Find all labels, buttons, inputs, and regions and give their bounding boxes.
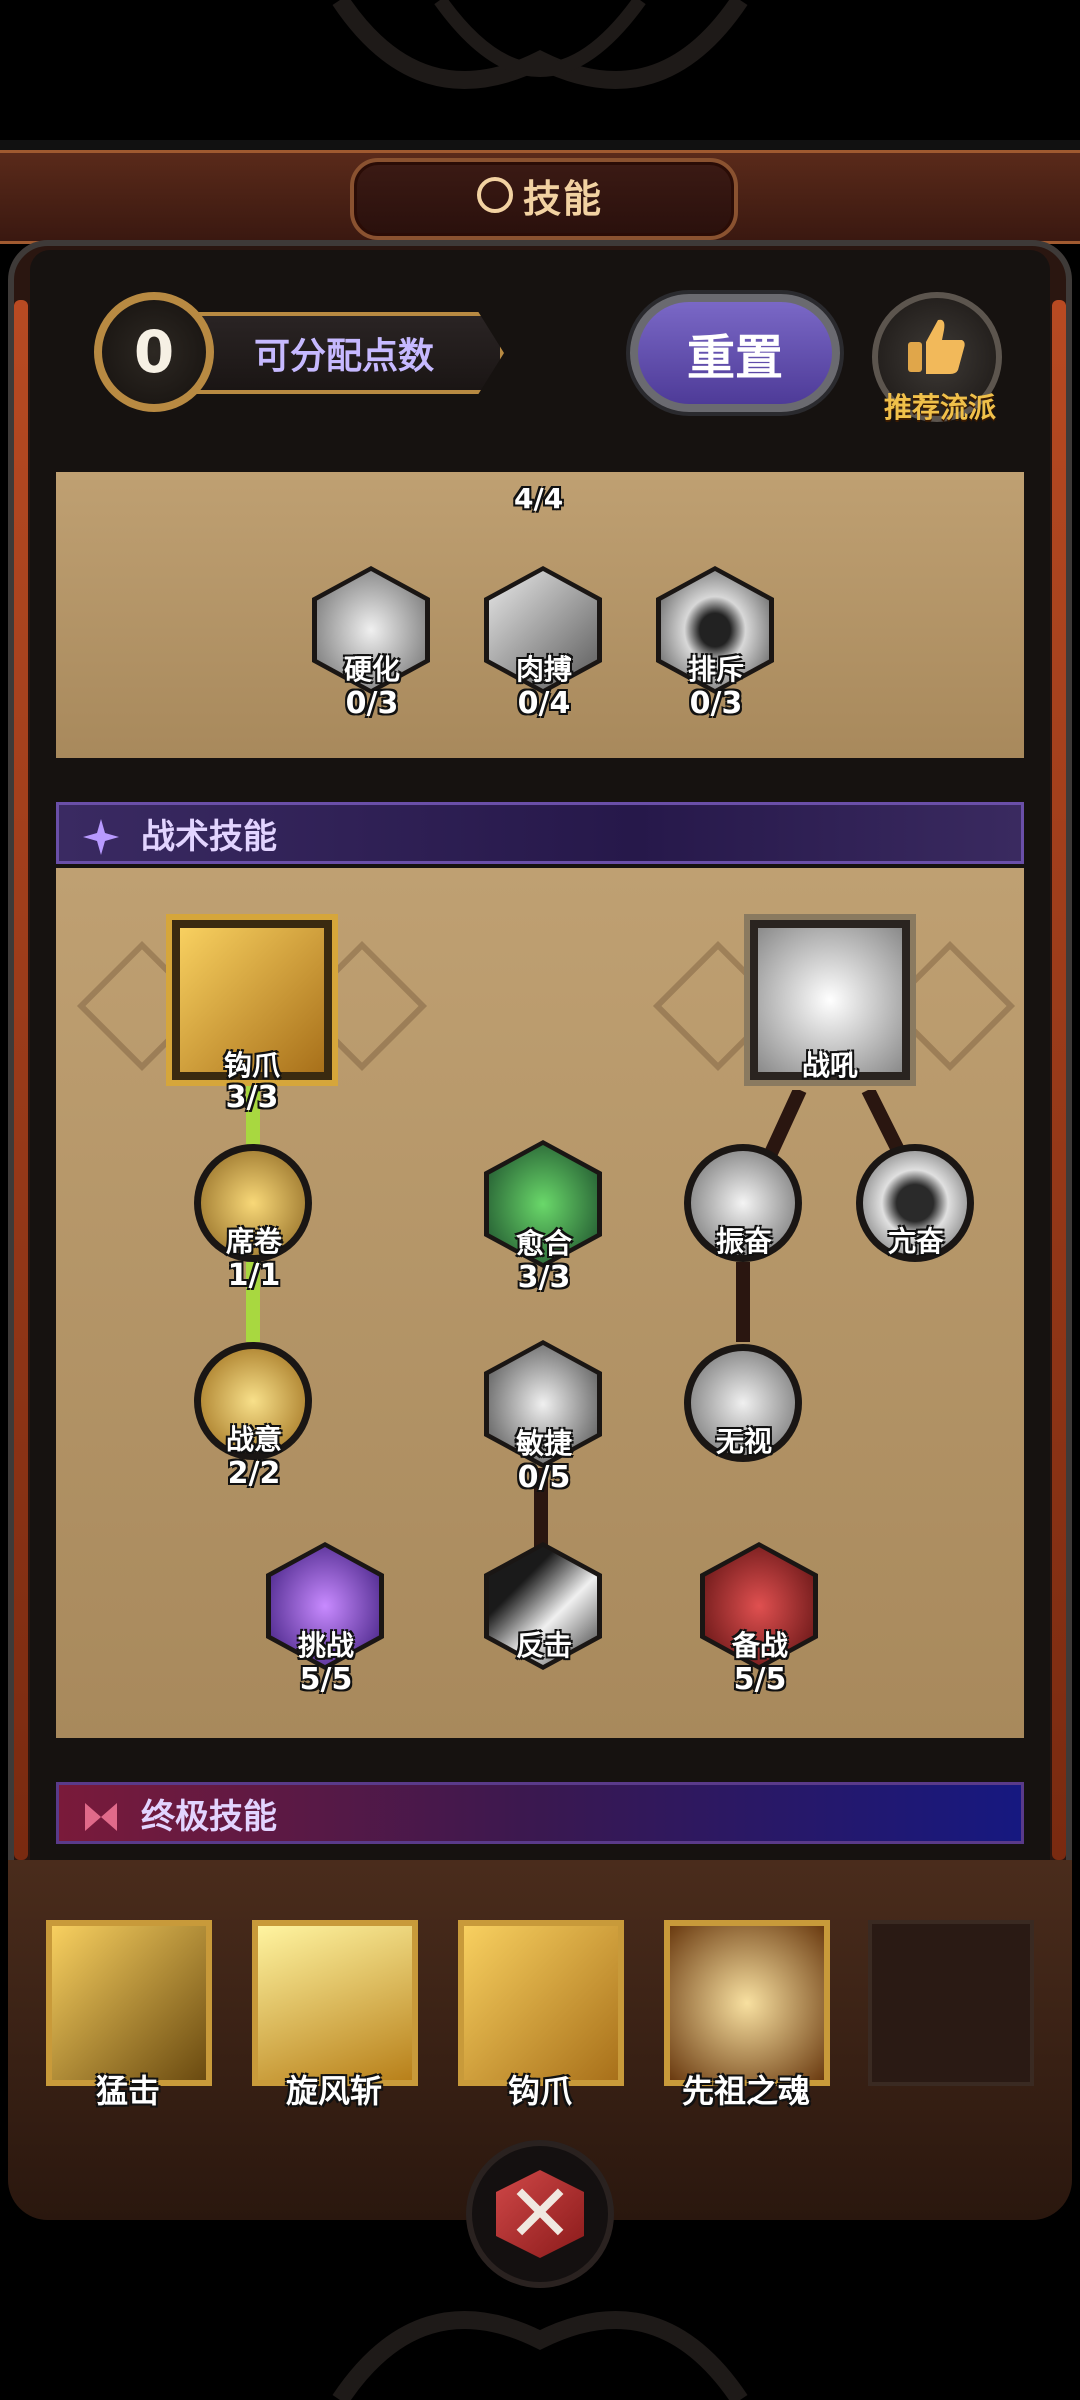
left-rail <box>14 300 28 1860</box>
top-ornament <box>0 0 1080 160</box>
skill-node-label: 振奋 <box>715 1225 772 1258</box>
skill-node-count: 1/1 <box>227 1258 281 1293</box>
skill-node-label: 硬化 <box>343 653 400 686</box>
crossed-blades-icon <box>85 1803 117 1831</box>
bottom-ornament <box>332 2311 748 2400</box>
skill-node-count: 5/5 <box>299 1662 353 1697</box>
skill-node-ignore[interactable]: 无视 <box>684 1344 802 1462</box>
skill-node-count: 2/2 <box>227 1456 281 1491</box>
partial-node-count: 4/4 <box>514 482 564 515</box>
wheel-icon <box>476 177 513 213</box>
skill-node-count: 3/3 <box>517 1260 571 1295</box>
equipped-slot-label: 猛击 <box>95 2072 160 2110</box>
equipped-slot-empty[interactable] <box>868 1920 1034 2086</box>
equipped-slot-3[interactable] <box>458 1920 624 2086</box>
skill-node-label: 席卷 <box>225 1225 282 1258</box>
skill-node-label: 敏捷 <box>515 1427 572 1460</box>
tactical-skills-title: 战术技能 <box>141 816 277 857</box>
points-label: 可分配点数 <box>184 312 504 394</box>
skill-node-hook-claw[interactable]: 钩爪 3/3 <box>166 914 338 1114</box>
reset-button[interactable]: 重置 <box>630 294 840 412</box>
skill-node-label: 备战 <box>731 1629 788 1662</box>
skill-node-brawl[interactable]: 肉搏 0/4 <box>484 566 602 720</box>
star-burst-icon <box>83 819 119 855</box>
skill-node-label: 反击 <box>515 1629 572 1662</box>
skill-node-label: 肉搏 <box>515 653 572 686</box>
equipped-slot-2[interactable] <box>252 1920 418 2086</box>
skill-node-label: 无视 <box>715 1425 772 1458</box>
recommend-build-label: 推荐流派 <box>883 391 996 424</box>
skill-node-count: 0/4 <box>517 686 571 721</box>
equipped-slot-1[interactable] <box>46 1920 212 2086</box>
equipped-slot-4[interactable] <box>664 1920 830 2086</box>
skill-node-label: 愈合 <box>515 1227 572 1260</box>
skill-node-label: 战意 <box>225 1423 282 1456</box>
skill-node-war-cry[interactable]: 战吼 <box>744 914 916 1086</box>
skill-node-inspire[interactable]: 振奋 <box>684 1144 802 1262</box>
skill-node-hardening[interactable]: 硬化 0/3 <box>312 566 430 720</box>
skill-node-label: 战吼 <box>801 1049 858 1082</box>
skill-node-label: 亢奋 <box>887 1225 944 1258</box>
equipped-slot-label: 旋风斩 <box>285 2072 382 2110</box>
skill-node-counter[interactable]: 反击 <box>484 1542 602 1670</box>
equipped-slot-label: 钩爪 <box>507 2072 572 2110</box>
skill-node-label: 排斥 <box>687 653 744 686</box>
skill-node-taunt[interactable]: 挑战 5/5 <box>266 1542 384 1696</box>
skill-node-count: 0/3 <box>689 686 743 721</box>
skill-node-count: 5/5 <box>733 1662 787 1697</box>
skill-node-count: 3/3 <box>225 1080 279 1115</box>
skill-node-repel[interactable]: 排斥 0/3 <box>656 566 774 720</box>
skill-node-agility[interactable]: 敏捷 0/5 <box>484 1340 602 1494</box>
skill-node-count: 0/3 <box>345 686 399 721</box>
skill-node-label: 挑战 <box>297 1629 354 1662</box>
skill-node-heal[interactable]: 愈合 3/3 <box>484 1140 602 1294</box>
skill-node-sweep[interactable]: 席卷 1/1 <box>194 1144 312 1292</box>
equipped-slot-label: 先祖之魂 <box>681 2072 810 2110</box>
skill-node-count: 0/5 <box>517 1460 571 1495</box>
ultimate-skills-header: 终极技能 <box>56 1782 1024 1844</box>
points-badge: 0 <box>94 292 214 412</box>
skill-node-prepare[interactable]: 备战 5/5 <box>700 1542 818 1696</box>
tactical-skills-header: 战术技能 <box>56 802 1024 864</box>
page-title-text: 技能 <box>522 176 603 221</box>
skill-node-label: 钩爪 <box>223 1049 280 1082</box>
skill-node-excite[interactable]: 亢奋 <box>856 1144 974 1262</box>
ultimate-skills-title: 终极技能 <box>141 1796 277 1837</box>
path-line <box>736 1262 750 1342</box>
thumbs-up-icon <box>908 319 965 374</box>
skill-node-battle-will[interactable]: 战意 2/2 <box>194 1342 312 1490</box>
right-rail <box>1052 300 1066 1860</box>
page-title: 技能 <box>350 158 730 232</box>
